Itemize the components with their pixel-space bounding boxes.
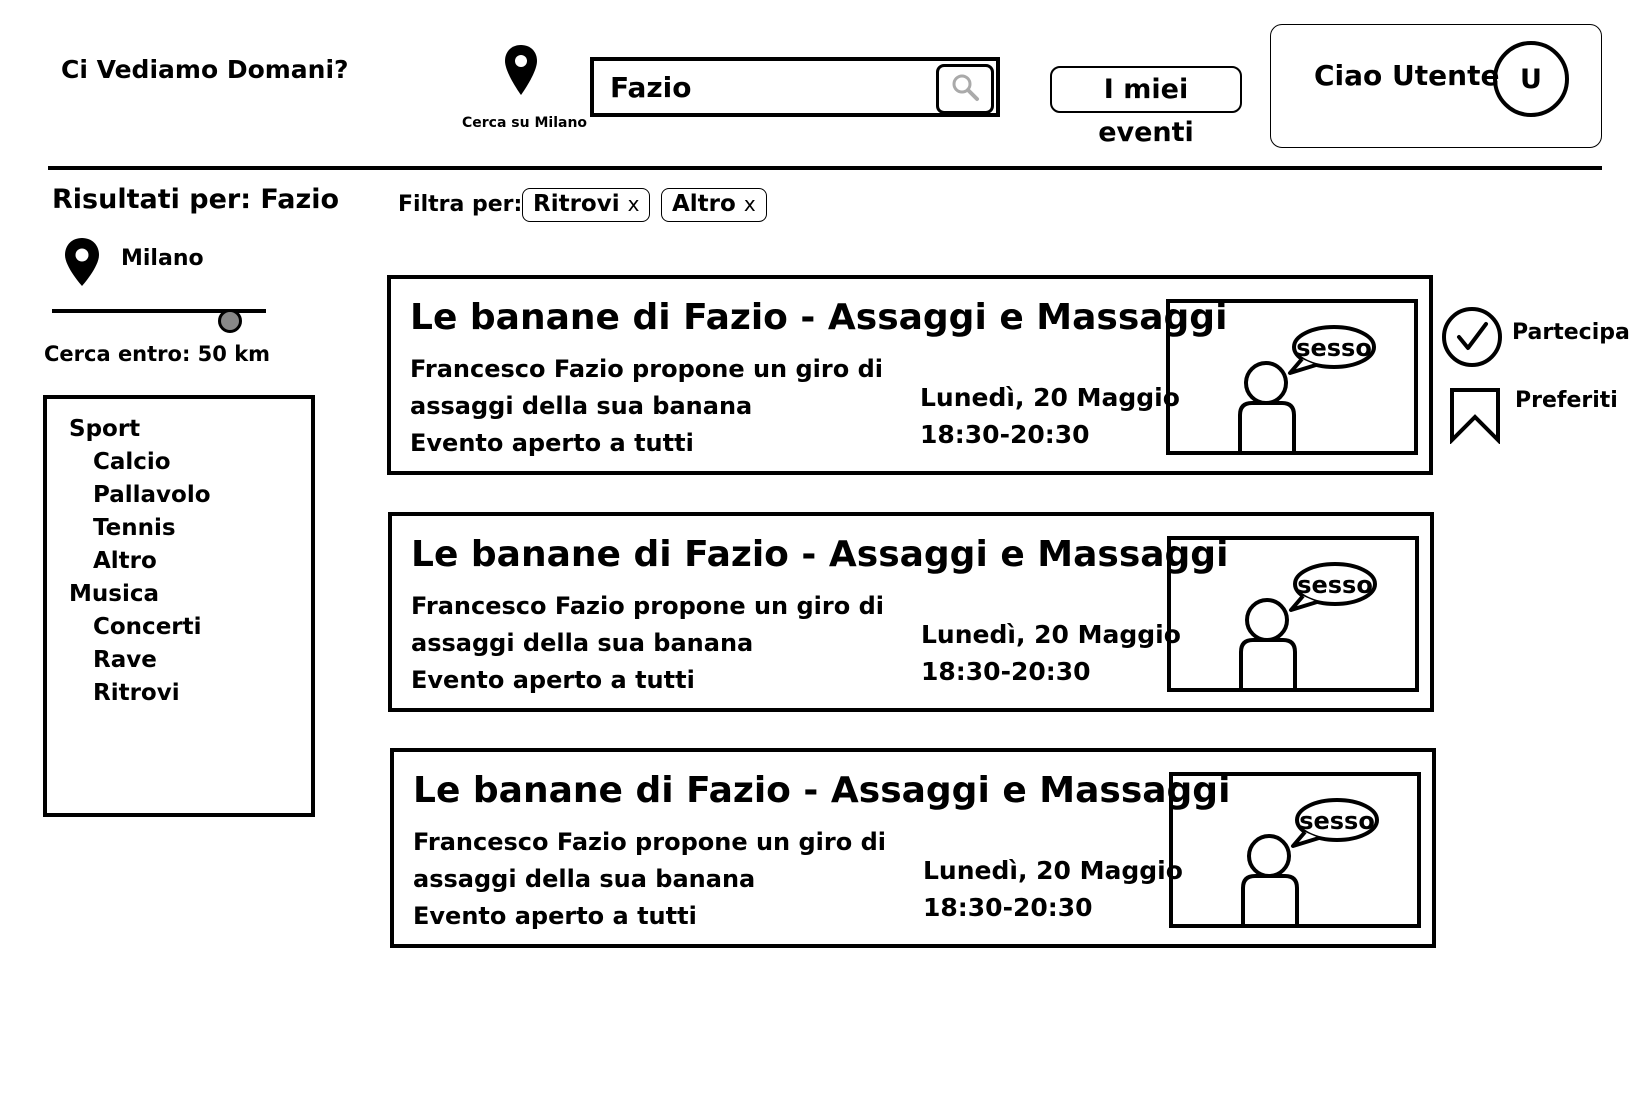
remove-filter-button[interactable]: x bbox=[744, 192, 756, 216]
event-description-line: Francesco Fazio propone un giro di bbox=[410, 355, 883, 383]
user-greeting: Ciao Utente bbox=[1314, 59, 1500, 92]
category-list: Sport Calcio Pallavolo Tennis Altro Musica Con… bbox=[69, 413, 211, 710]
header-divider bbox=[48, 166, 1602, 170]
magnifier-icon bbox=[950, 72, 980, 106]
event-date: Lunedì, 20 Maggio bbox=[921, 620, 1181, 649]
favorites-label[interactable]: Preferiti bbox=[1515, 388, 1618, 413]
event-title[interactable]: Le banane di Fazio - Assaggi e Massaggi bbox=[410, 297, 1227, 338]
favorites-button[interactable] bbox=[1448, 386, 1502, 448]
event-time: 18:30-20:30 bbox=[923, 893, 1093, 922]
event-image: sesso bbox=[1169, 772, 1421, 928]
category-item[interactable]: Pallavolo bbox=[69, 479, 211, 512]
category-item[interactable]: Tennis bbox=[69, 512, 211, 545]
bookmark-icon bbox=[1448, 388, 1502, 448]
avatar[interactable]: U bbox=[1493, 41, 1569, 117]
participate-label[interactable]: Partecipa bbox=[1512, 320, 1630, 345]
event-description-line: assaggi della sua banana bbox=[413, 865, 756, 893]
image-bubble-text: sesso bbox=[1296, 334, 1372, 362]
event-description-line: Evento aperto a tutti bbox=[411, 666, 695, 694]
participate-button[interactable] bbox=[1441, 306, 1503, 372]
event-datetime: Lunedì, 20 Maggio 18:30-20:30 bbox=[920, 379, 1180, 453]
event-time: 18:30-20:30 bbox=[921, 657, 1091, 686]
category-item[interactable]: Ritrovi bbox=[69, 677, 211, 710]
filter-chip-label: Altro bbox=[672, 191, 736, 217]
event-time: 18:30-20:30 bbox=[920, 420, 1090, 449]
image-bubble-text: sesso bbox=[1299, 807, 1375, 835]
filter-chip-altro[interactable]: Altro x bbox=[661, 188, 767, 222]
filter-label: Filtra per: bbox=[398, 192, 523, 217]
event-title[interactable]: Le banane di Fazio - Assaggi e Massaggi bbox=[411, 534, 1228, 575]
event-description-line: Evento aperto a tutti bbox=[413, 902, 697, 930]
check-circle-icon bbox=[1441, 307, 1503, 372]
event-date: Lunedì, 20 Maggio bbox=[923, 856, 1183, 885]
city-label: Milano bbox=[121, 246, 204, 271]
event-description: Francesco Fazio propone un giro di assagg… bbox=[411, 588, 884, 699]
map-pin-icon[interactable] bbox=[503, 43, 539, 101]
event-card[interactable]: Le banane di Fazio - Assaggi e Massaggi F… bbox=[388, 512, 1434, 712]
search-box[interactable]: Fazio bbox=[590, 57, 1000, 117]
event-description-line: Francesco Fazio propone un giro di bbox=[411, 592, 884, 620]
event-description: Francesco Fazio propone un giro di assagg… bbox=[413, 824, 886, 935]
user-panel[interactable]: Ciao Utente U bbox=[1270, 24, 1602, 148]
category-item[interactable]: Sport bbox=[69, 413, 211, 446]
category-item[interactable]: Calcio bbox=[69, 446, 211, 479]
event-image: sesso bbox=[1167, 536, 1419, 692]
radius-slider-handle[interactable] bbox=[218, 309, 242, 333]
category-panel: Sport Calcio Pallavolo Tennis Altro Musica Con… bbox=[43, 395, 315, 817]
search-input[interactable]: Fazio bbox=[610, 71, 692, 104]
event-card[interactable]: Le banane di Fazio - Assaggi e Massaggi F… bbox=[390, 748, 1436, 948]
location-caption: Cerca su Milano bbox=[462, 115, 588, 131]
image-bubble-text: sesso bbox=[1297, 571, 1373, 599]
app-title[interactable]: Ci Vediamo Domani? bbox=[61, 55, 349, 84]
category-item[interactable]: Rave bbox=[69, 644, 211, 677]
event-date: Lunedì, 20 Maggio bbox=[920, 383, 1180, 412]
event-datetime: Lunedì, 20 Maggio 18:30-20:30 bbox=[921, 616, 1181, 690]
filter-chip-label: Ritrovi bbox=[533, 191, 620, 217]
filter-chip-ritrovi[interactable]: Ritrovi x bbox=[522, 188, 651, 222]
event-description-line: Evento aperto a tutti bbox=[410, 429, 694, 457]
my-events-button[interactable]: I miei eventi bbox=[1050, 66, 1242, 148]
results-title: Risultati per: Fazio bbox=[52, 184, 340, 215]
event-image: sesso bbox=[1166, 299, 1418, 455]
radius-label: Cerca entro: 50 km bbox=[44, 342, 271, 366]
event-description-line: assaggi della sua banana bbox=[411, 629, 754, 657]
category-item[interactable]: Concerti bbox=[69, 611, 211, 644]
category-item[interactable]: Musica bbox=[69, 578, 211, 611]
search-button[interactable] bbox=[936, 64, 994, 114]
remove-filter-button[interactable]: x bbox=[628, 192, 640, 216]
map-pin-icon bbox=[62, 236, 102, 292]
event-card[interactable]: Le banane di Fazio - Assaggi e Massaggi F… bbox=[387, 275, 1433, 475]
category-item[interactable]: Altro bbox=[69, 545, 211, 578]
event-datetime: Lunedì, 20 Maggio 18:30-20:30 bbox=[923, 852, 1183, 926]
event-description-line: assaggi della sua banana bbox=[410, 392, 753, 420]
event-title[interactable]: Le banane di Fazio - Assaggi e Massaggi bbox=[413, 770, 1230, 811]
event-description: Francesco Fazio propone un giro di assagg… bbox=[410, 351, 883, 462]
event-description-line: Francesco Fazio propone un giro di bbox=[413, 828, 886, 856]
